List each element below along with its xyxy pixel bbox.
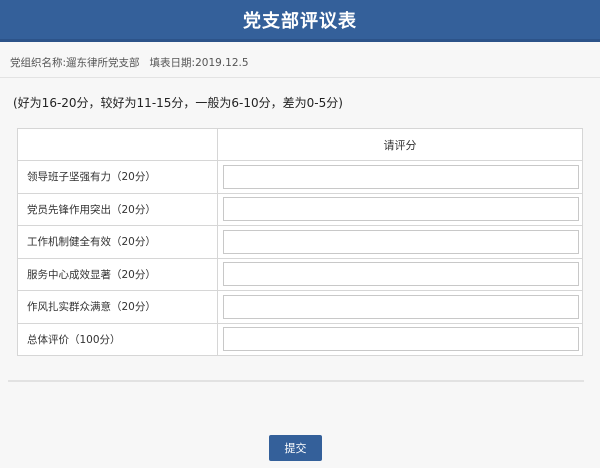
score-input-vanguard[interactable] bbox=[223, 197, 579, 222]
org-name-label: 党组织名称: bbox=[10, 57, 67, 69]
score-column-header: 请评分 bbox=[217, 128, 583, 161]
item-column-header bbox=[17, 128, 218, 161]
rating-item-label: 党员先锋作用突出（20分） bbox=[17, 192, 218, 226]
score-cell bbox=[217, 257, 583, 291]
org-name-value: 遛东律所党支部 bbox=[66, 57, 140, 69]
score-cell bbox=[217, 192, 583, 226]
table-row: 领导班子坚强有力（20分） bbox=[17, 160, 583, 194]
score-input-mechanism[interactable] bbox=[223, 229, 579, 254]
score-input-conduct[interactable] bbox=[223, 294, 579, 319]
score-cell bbox=[217, 290, 583, 324]
submit-button[interactable]: 提交 bbox=[269, 435, 322, 461]
form-meta: 党组织名称:遛东律所党支部 填表日期:2019.12.5 bbox=[10, 55, 590, 70]
page-title: 党支部评议表 bbox=[243, 10, 357, 32]
table-row: 作风扎实群众满意（20分） bbox=[17, 290, 583, 324]
meta-divider bbox=[0, 77, 600, 78]
fill-date-label: 填表日期: bbox=[149, 57, 196, 69]
rating-table: 请评分 领导班子坚强有力（20分） 党员先锋作用突出（20分） 工作机制健全有效… bbox=[17, 128, 583, 356]
fill-date-value: 2019.12.5 bbox=[195, 57, 249, 69]
score-input-overall[interactable] bbox=[223, 327, 579, 352]
rating-item-label: 作风扎实群众满意（20分） bbox=[17, 290, 218, 324]
rating-item-label: 服务中心成效显著（20分） bbox=[17, 257, 218, 291]
page-header: 党支部评议表 bbox=[0, 0, 600, 42]
table-header-row: 请评分 bbox=[17, 128, 583, 161]
table-row: 工作机制健全有效（20分） bbox=[17, 225, 583, 259]
score-input-service[interactable] bbox=[223, 262, 579, 287]
scoring-criteria-note: (好为16-20分，较好为11-15分，一般为6-10分，差为0-5分) bbox=[13, 96, 343, 110]
score-cell bbox=[217, 225, 583, 259]
score-input-leadership[interactable] bbox=[223, 164, 579, 189]
rating-item-label: 总体评价（100分） bbox=[17, 322, 218, 356]
rating-item-label: 领导班子坚强有力（20分） bbox=[17, 160, 218, 194]
form-divider bbox=[8, 380, 584, 382]
table-row: 总体评价（100分） bbox=[17, 322, 583, 356]
score-cell bbox=[217, 322, 583, 356]
rating-item-label: 工作机制健全有效（20分） bbox=[17, 225, 218, 259]
table-row: 党员先锋作用突出（20分） bbox=[17, 192, 583, 226]
table-row: 服务中心成效显著（20分） bbox=[17, 257, 583, 291]
score-cell bbox=[217, 160, 583, 194]
